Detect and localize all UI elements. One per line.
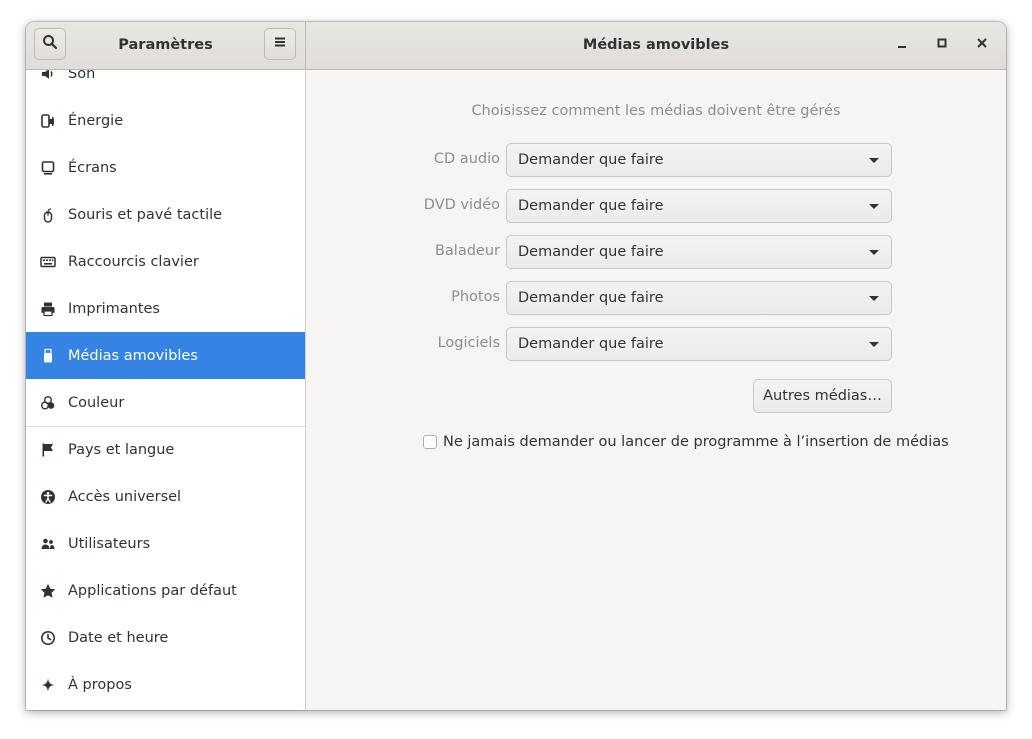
speaker-icon <box>40 70 56 82</box>
power-plug-icon <box>40 113 56 129</box>
dropdown-arrow-icon <box>869 250 879 255</box>
display-icon <box>40 160 56 176</box>
sidebar-item-label: Énergie <box>68 112 124 129</box>
dropdown-arrow-icon <box>869 342 879 347</box>
sidebar-item-label: Pays et langue <box>68 442 175 458</box>
maximize-button[interactable] <box>930 33 954 57</box>
dvd-video-dropdown[interactable]: Demander que faire <box>506 189 892 223</box>
never-ask-label: Ne jamais demander ou lancer de programm… <box>443 434 949 450</box>
baladeur-dropdown[interactable]: Demander que faire <box>506 235 892 269</box>
sidebar-item-label: Son <box>68 70 96 82</box>
sidebar-item-couleur[interactable]: Couleur <box>26 379 305 426</box>
sidebar-item-label: Imprimantes <box>68 300 160 317</box>
sidebar-header: Paramètres <box>26 22 306 69</box>
sidebar-item-date-heure[interactable]: Date et heure <box>26 614 305 661</box>
sidebar-item-ecrans[interactable]: Écrans <box>26 144 305 191</box>
never-ask-option[interactable]: Ne jamais demander ou lancer de programm… <box>423 432 949 452</box>
flag-icon <box>40 442 56 458</box>
sidebar-item-acces-universel[interactable]: Accès universel <box>26 473 305 520</box>
other-media-button[interactable]: Autres médias… <box>753 379 892 413</box>
dropdown-value: Demander que faire <box>518 198 664 214</box>
accessibility-icon <box>40 489 56 505</box>
sidebar-item-label: Couleur <box>68 394 125 411</box>
sidebar-item-son[interactable]: Son <box>26 70 305 97</box>
hamburger-menu-icon <box>273 35 287 53</box>
dropdown-arrow-icon <box>869 296 879 301</box>
printer-icon <box>40 301 56 317</box>
sidebar[interactable]: Son Énergie Écrans Souris et pavé tactil… <box>26 70 306 710</box>
sidebar-item-label: Accès universel <box>68 488 182 505</box>
close-icon <box>976 37 988 53</box>
maximize-icon <box>936 37 948 53</box>
mouse-icon <box>40 207 56 223</box>
sidebar-item-souris[interactable]: Souris et pavé tactile <box>26 191 305 238</box>
main-panel: Choisissez comment les médias doivent êt… <box>306 70 1006 710</box>
minimize-button[interactable] <box>890 33 914 57</box>
sidebar-item-label: Écrans <box>68 159 117 176</box>
logiciels-dropdown[interactable]: Demander que faire <box>506 327 892 361</box>
header-bar: Paramètres Médias amovibles <box>26 22 1006 70</box>
logiciels-label: Logiciels <box>437 335 500 351</box>
sidebar-item-a-propos[interactable]: À propos <box>26 661 305 708</box>
sidebar-item-label: Applications par défaut <box>68 582 237 599</box>
settings-window: Paramètres Médias amovibles Son Énergie … <box>26 22 1006 710</box>
sidebar-item-pays-langue[interactable]: Pays et langue <box>26 426 305 473</box>
clock-icon <box>40 630 56 646</box>
sidebar-item-label: Médias amovibles <box>68 347 198 364</box>
photos-dropdown[interactable]: Demander que faire <box>506 281 892 315</box>
dropdown-value: Demander que faire <box>518 244 664 260</box>
dropdown-arrow-icon <box>869 204 879 209</box>
usb-media-icon <box>40 348 56 364</box>
close-button[interactable] <box>970 33 994 57</box>
dvd-video-label: DVD vidéo <box>423 197 500 213</box>
users-icon <box>40 536 56 552</box>
color-circles-icon <box>40 395 56 411</box>
minimize-icon <box>896 37 908 53</box>
section-heading: Choisissez comment les médias doivent êt… <box>471 103 841 119</box>
dropdown-arrow-icon <box>869 158 879 163</box>
sidebar-item-label: Raccourcis clavier <box>68 253 199 270</box>
sidebar-item-label: Utilisateurs <box>68 535 151 552</box>
menu-button[interactable] <box>264 28 296 60</box>
dropdown-value: Demander que faire <box>518 290 664 306</box>
dropdown-value: Demander que faire <box>518 336 664 352</box>
sidebar-item-imprimantes[interactable]: Imprimantes <box>26 285 305 332</box>
sidebar-item-label: À propos <box>68 676 132 693</box>
sidebar-item-utilisateurs[interactable]: Utilisateurs <box>26 520 305 567</box>
sidebar-item-label: Souris et pavé tactile <box>68 206 223 223</box>
keyboard-icon <box>40 254 56 270</box>
never-ask-checkbox[interactable] <box>423 435 437 449</box>
sidebar-item-applications-defaut[interactable]: Applications par défaut <box>26 567 305 614</box>
baladeur-label: Baladeur <box>434 243 500 259</box>
photos-label: Photos <box>451 289 500 305</box>
sidebar-list: Son Énergie Écrans Souris et pavé tactil… <box>26 70 305 708</box>
star-icon <box>40 583 56 599</box>
sidebar-item-label: Date et heure <box>68 629 169 646</box>
sparkle-icon <box>40 677 56 693</box>
sidebar-item-energie[interactable]: Énergie <box>26 97 305 144</box>
sidebar-item-raccourcis[interactable]: Raccourcis clavier <box>26 238 305 285</box>
cd-audio-label: CD audio <box>433 151 500 167</box>
dropdown-value: Demander que faire <box>518 152 664 168</box>
cd-audio-dropdown[interactable]: Demander que faire <box>506 143 892 177</box>
sidebar-item-medias-amovibles[interactable]: Médias amovibles <box>26 332 305 379</box>
